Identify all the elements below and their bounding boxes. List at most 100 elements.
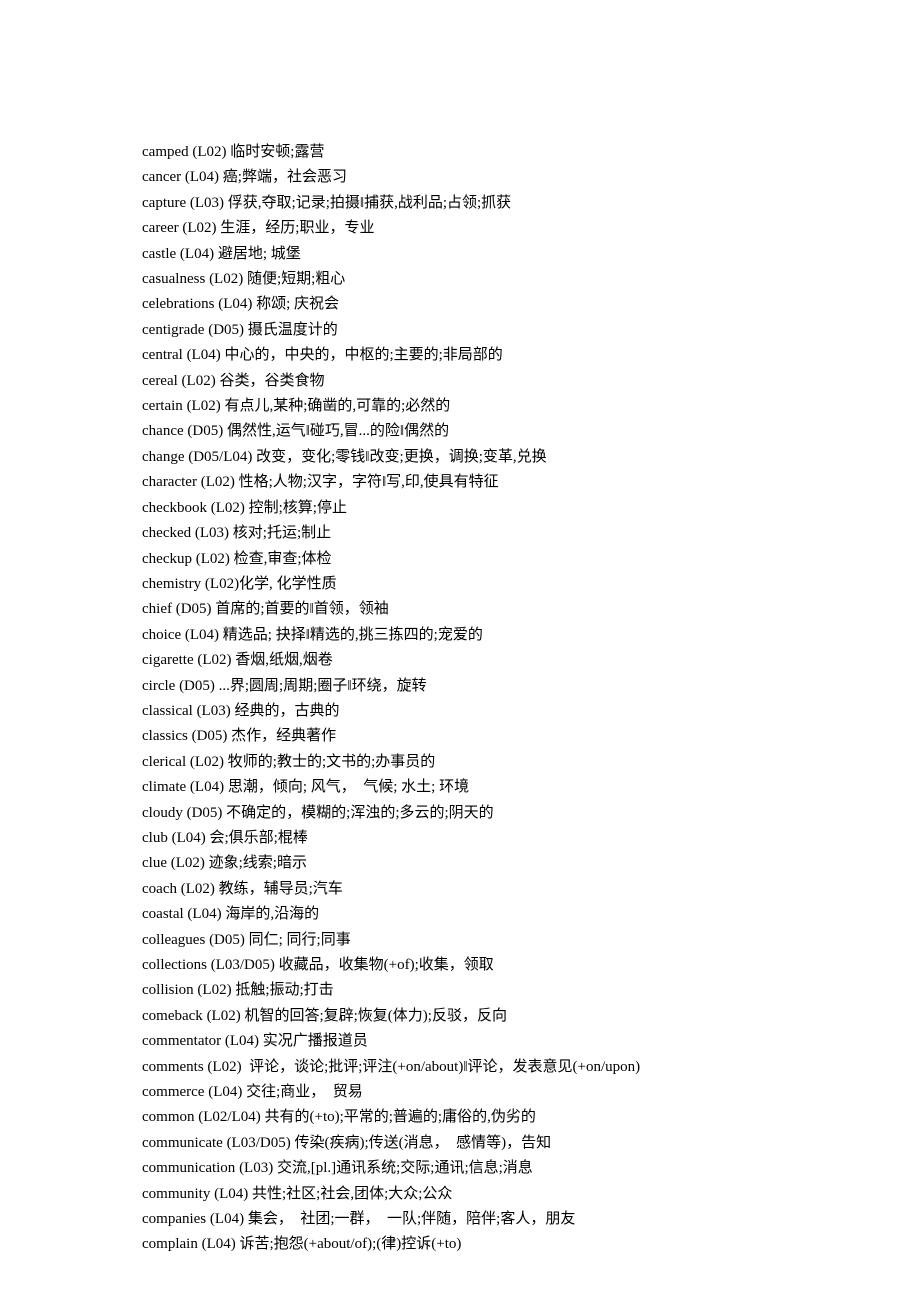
entry-word: commerce — [142, 1084, 204, 1100]
entry-word: communicate — [142, 1135, 223, 1151]
entry-word: central — [142, 347, 183, 363]
entry-definition: 改变，变化;零钱‖改变;更换，调换;变革,兑换 — [256, 449, 546, 465]
entry-definition: 迹象;线索;暗示 — [209, 855, 307, 871]
entry-definition: 实况广播报道员 — [263, 1033, 368, 1049]
vocabulary-entry: central (L04) 中心的，中央的，中枢的;主要的;非局部的 — [142, 343, 920, 368]
entry-word: collision — [142, 982, 194, 998]
entry-definition: 中心的，中央的，中枢的;主要的;非局部的 — [224, 347, 502, 363]
vocabulary-entry: chance (D05) 偶然性,运气‖碰巧,冒...的险‖偶然的 — [142, 419, 920, 444]
entry-code: (L02) — [207, 1059, 241, 1075]
vocabulary-entry: colleagues (D05) 同仁; 同行;同事 — [142, 928, 920, 953]
entry-definition: 教练，辅导员;汽车 — [219, 881, 343, 897]
vocabulary-entry: clerical (L02) 牧师的;教士的;文书的;办事员的 — [142, 750, 920, 775]
vocabulary-entry: coach (L02) 教练，辅导员;汽车 — [142, 877, 920, 902]
vocabulary-list-page: camped (L02) 临时安顿;露营cancer (L04) 癌;弊端，社会… — [0, 0, 920, 1302]
vocabulary-entry: castle (L04) 避居地; 城堡 — [142, 242, 920, 267]
vocabulary-entry: cigarette (L02) 香烟,纸烟,烟卷 — [142, 648, 920, 673]
entry-word: circle — [142, 678, 175, 694]
entry-code: (L02) — [182, 373, 216, 389]
entry-code: (L02)化学, — [205, 576, 273, 592]
entry-code: (L02) — [187, 398, 221, 414]
vocabulary-entry: character (L02) 性格;人物;汉字，字符‖写,印,使具有特征 — [142, 470, 920, 495]
entry-definition: 海岸的,沿海的 — [225, 906, 319, 922]
entry-definition: 同仁; 同行;同事 — [249, 932, 351, 948]
vocabulary-entry: classics (D05) 杰作，经典著作 — [142, 724, 920, 749]
vocabulary-entry: collision (L02) 抵触;振动;打击 — [142, 978, 920, 1003]
entry-word: commentator — [142, 1033, 221, 1049]
entry-code: (L04) — [187, 906, 221, 922]
entry-definition: 香烟,纸烟,烟卷 — [235, 652, 333, 668]
entry-definition: 性格;人物;汉字，字符‖写,印,使具有特征 — [239, 474, 499, 490]
entry-definition: 核对;托运;制止 — [233, 525, 331, 541]
entry-definition: 谷类，谷类食物 — [219, 373, 324, 389]
entry-word: classical — [142, 703, 193, 719]
entry-code: (L04) — [210, 1211, 244, 1227]
entry-code: (L02) — [182, 220, 216, 236]
vocabulary-entry: comeback (L02) 机智的回答;复辟;恢复(体力);反驳，反向 — [142, 1004, 920, 1029]
vocabulary-entry: capture (L03) 俘获,夺取;记录;拍摄‖捕获,战利品;占领;抓获 — [142, 191, 920, 216]
entry-word: centigrade — [142, 322, 204, 338]
vocabulary-entry: commentator (L04) 实况广播报道员 — [142, 1029, 920, 1054]
entry-code: (D05) — [192, 728, 228, 744]
vocabulary-entry: coastal (L04) 海岸的,沿海的 — [142, 902, 920, 927]
entry-word: communication — [142, 1160, 235, 1176]
vocabulary-entry: common (L02/L04) 共有的(+to);平常的;普遍的;庸俗的,伪劣… — [142, 1105, 920, 1130]
entry-definition: 癌;弊端，社会恶习 — [223, 169, 347, 185]
vocabulary-entry: classical (L03) 经典的，古典的 — [142, 699, 920, 724]
entry-word: chemistry — [142, 576, 201, 592]
entry-code: (L04) — [185, 627, 219, 643]
vocabulary-entry: cereal (L02) 谷类，谷类食物 — [142, 369, 920, 394]
entry-definition: 会;俱乐部;棍棒 — [209, 830, 307, 846]
entry-definition: 交流,[pl.]通讯系统;交际;通讯;信息;消息 — [277, 1160, 533, 1176]
entry-word: club — [142, 830, 168, 846]
entry-definition: 抵触;振动;打击 — [235, 982, 333, 998]
entry-word: classics — [142, 728, 188, 744]
entry-word: celebrations — [142, 296, 214, 312]
entry-code: (L02) — [207, 1008, 241, 1024]
entry-word: collections — [142, 957, 207, 973]
entry-word: career — [142, 220, 179, 236]
entry-definition: 杰作，经典著作 — [231, 728, 336, 744]
entry-word: complain — [142, 1236, 198, 1252]
entry-definition: 收藏品，收集物(+of);收集，领取 — [279, 957, 494, 973]
entry-word: chance — [142, 423, 184, 439]
entry-definition: 避居地; 城堡 — [218, 246, 301, 262]
entry-definition: 生涯，经历;职业，专业 — [220, 220, 374, 236]
entry-code: (L02) — [197, 982, 231, 998]
entry-code: (L02) — [181, 881, 215, 897]
vocabulary-entry: change (D05/L04) 改变，变化;零钱‖改变;更换，调换;变革,兑换 — [142, 445, 920, 470]
entry-code: (L04) — [190, 779, 224, 795]
vocabulary-entry: career (L02) 生涯，经历;职业，专业 — [142, 216, 920, 241]
vocabulary-entry: certain (L02) 有点儿,某种;确凿的,可靠的;必然的 — [142, 394, 920, 419]
entry-code: (L02) — [201, 474, 235, 490]
entry-word: comeback — [142, 1008, 203, 1024]
entry-code: (L02) — [171, 855, 205, 871]
entry-definition: 化学性质 — [277, 576, 337, 592]
entry-definition: 有点儿,某种;确凿的,可靠的;必然的 — [224, 398, 450, 414]
entry-word: capture — [142, 195, 186, 211]
entry-word: clerical — [142, 754, 186, 770]
entry-word: cloudy — [142, 805, 183, 821]
entry-definition: 经典的，古典的 — [234, 703, 339, 719]
entry-code: (L02) — [209, 271, 243, 287]
entry-code: (D05) — [176, 601, 212, 617]
entry-word: change — [142, 449, 184, 465]
entry-code: (L02) — [196, 551, 230, 567]
vocabulary-entry: cloudy (D05) 不确定的，模糊的;浑浊的;多云的;阴天的 — [142, 801, 920, 826]
entry-code: (L02) — [192, 144, 226, 160]
entry-definition: 俘获,夺取;记录;拍摄‖捕获,战利品;占领;抓获 — [228, 195, 511, 211]
vocabulary-entry: celebrations (L04) 称颂; 庆祝会 — [142, 292, 920, 317]
entry-word: character — [142, 474, 197, 490]
entry-code: (L04) — [202, 1236, 236, 1252]
vocabulary-entry: cancer (L04) 癌;弊端，社会恶习 — [142, 165, 920, 190]
entry-word: choice — [142, 627, 181, 643]
entry-definition: 牧师的;教士的;文书的;办事员的 — [228, 754, 436, 770]
entry-word: checked — [142, 525, 191, 541]
entry-word: cereal — [142, 373, 178, 389]
vocabulary-entry: checkup (L02) 检查,审查;体检 — [142, 547, 920, 572]
entry-definition: 检查,审查;体检 — [234, 551, 332, 567]
entry-code: (D05) — [179, 678, 215, 694]
entry-word: companies — [142, 1211, 206, 1227]
entry-code: (D05) — [209, 932, 245, 948]
entry-code: (L04) — [187, 347, 221, 363]
